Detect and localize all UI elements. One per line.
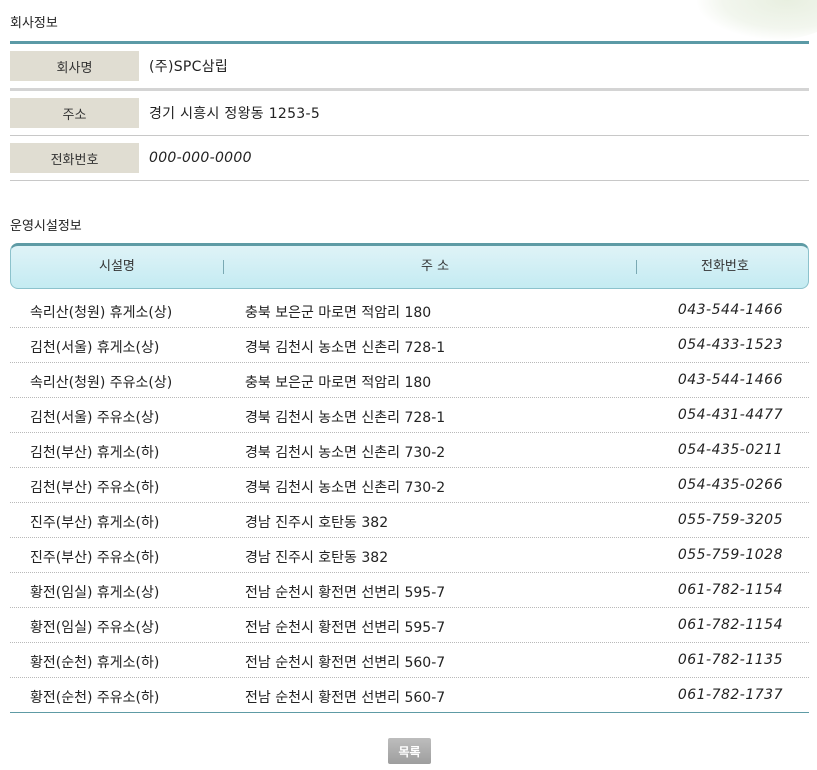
- facility-name: 김천(서울) 휴게소(상): [30, 340, 160, 356]
- company-name-row: 회사명 (주)SPC삼립: [10, 44, 809, 91]
- facility-name: 김천(서울) 주유소(상): [30, 410, 160, 426]
- facility-phone: 054-433-1523: [677, 337, 783, 353]
- table-row: 황전(순천) 주유소(하) 전남 순천시 황전면 선변리 560-7 061-782…: [10, 678, 809, 713]
- table-row: 황전(임실) 주유소(상) 전남 순천시 황전면 선변리 595-7 061-782…: [10, 608, 809, 643]
- facility-name: 속리산(청원) 주유소(상): [30, 375, 173, 391]
- company-name-value: (주)SPC삼립: [149, 59, 229, 75]
- company-address-row: 주소 경기 시흥시 정왕동 1253-5: [10, 91, 809, 136]
- facility-address: 경남 진주시 호탄동 382: [245, 515, 389, 531]
- facility-table-header: 시설명 주 소 전화번호: [10, 243, 809, 289]
- list-button[interactable]: 목록: [388, 738, 431, 764]
- facility-address: 경북 김천시 농소면 신촌리 730-2: [245, 480, 446, 496]
- header-address: 주 소: [421, 259, 450, 274]
- facility-name: 속리산(청원) 휴게소(상): [30, 305, 173, 321]
- table-row: 황전(임실) 휴게소(상) 전남 순천시 황전면 선변리 595-7 061-782…: [10, 573, 809, 608]
- facility-address: 전남 순천시 황전면 선변리 595-7: [245, 585, 446, 601]
- table-row: 진주(부산) 주유소(하) 경남 진주시 호탄동 382 055-759-1028: [10, 538, 809, 573]
- table-row: 김천(부산) 휴게소(하) 경북 김천시 농소면 신촌리 730-2 054-435…: [10, 433, 809, 468]
- facility-name: 김천(부산) 주유소(하): [30, 480, 160, 496]
- facility-address: 경북 김천시 농소면 신촌리 728-1: [245, 410, 446, 426]
- facility-phone: 055-759-1028: [677, 547, 783, 563]
- header-facility-name: 시설명: [99, 259, 135, 274]
- table-row: 김천(서울) 휴게소(상) 경북 김천시 농소면 신촌리 728-1 054-433…: [10, 328, 809, 363]
- facility-phone: 054-435-0266: [677, 477, 783, 493]
- facility-phone: 061-782-1737: [677, 687, 783, 703]
- header-phone: 전화번호: [701, 259, 749, 274]
- company-phone-value: 000-000-0000: [149, 150, 252, 166]
- facility-phone: 054-431-4477: [677, 407, 783, 423]
- table-row: 속리산(청원) 주유소(상) 충북 보은군 마로면 적암리 180 043-544-…: [10, 363, 809, 398]
- company-address-value: 경기 시흥시 정왕동 1253-5: [149, 106, 321, 122]
- decorative-leaf-graphic: [697, 0, 817, 40]
- company-phone-label: 전화번호: [10, 143, 139, 173]
- table-row: 김천(서울) 주유소(상) 경북 김천시 농소면 신촌리 728-1 054-431…: [10, 398, 809, 433]
- company-info-table: 회사명 (주)SPC삼립 주소 경기 시흥시 정왕동 1253-5 전화번호 0…: [10, 41, 809, 181]
- company-name-label: 회사명: [10, 51, 139, 81]
- facility-phone: 043-544-1466: [677, 302, 783, 318]
- table-row: 김천(부산) 주유소(하) 경북 김천시 농소면 신촌리 730-2 054-435…: [10, 468, 809, 503]
- facility-phone: 054-435-0211: [677, 442, 783, 458]
- facility-phone: 055-759-3205: [677, 512, 783, 528]
- facility-name: 진주(부산) 휴게소(하): [30, 515, 160, 531]
- facility-info-title: 운영시설정보: [10, 219, 82, 234]
- facility-name: 황전(순천) 주유소(하): [30, 690, 160, 706]
- facility-list: 속리산(청원) 휴게소(상) 충북 보은군 마로면 적암리 180 043-544-…: [10, 293, 809, 713]
- company-info-title: 회사정보: [10, 16, 58, 31]
- facility-phone: 061-782-1135: [677, 652, 783, 668]
- facility-name: 황전(임실) 주유소(상): [30, 620, 160, 636]
- facility-name: 황전(순천) 휴게소(하): [30, 655, 160, 671]
- facility-phone: 061-782-1154: [677, 617, 783, 633]
- facility-name: 김천(부산) 휴게소(하): [30, 445, 160, 461]
- company-phone-row: 전화번호 000-000-0000: [10, 136, 809, 181]
- table-row: 황전(순천) 휴게소(하) 전남 순천시 황전면 선변리 560-7 061-782…: [10, 643, 809, 678]
- facility-phone: 061-782-1154: [677, 582, 783, 598]
- facility-phone: 043-544-1466: [677, 372, 783, 388]
- header-separator: [636, 260, 637, 274]
- facility-address: 전남 순천시 황전면 선변리 560-7: [245, 655, 446, 671]
- facility-address: 전남 순천시 황전면 선변리 560-7: [245, 690, 446, 706]
- facility-address: 경북 김천시 농소면 신촌리 728-1: [245, 340, 446, 356]
- header-separator: [223, 260, 224, 274]
- facility-address: 충북 보은군 마로면 적암리 180: [245, 375, 432, 391]
- facility-address: 충북 보은군 마로면 적암리 180: [245, 305, 432, 321]
- facility-address: 전남 순천시 황전면 선변리 595-7: [245, 620, 446, 636]
- facility-address: 경남 진주시 호탄동 382: [245, 550, 389, 566]
- table-row: 진주(부산) 휴게소(하) 경남 진주시 호탄동 382 055-759-3205: [10, 503, 809, 538]
- facility-name: 진주(부산) 주유소(하): [30, 550, 160, 566]
- company-address-label: 주소: [10, 98, 139, 128]
- facility-name: 황전(임실) 휴게소(상): [30, 585, 160, 601]
- table-row: 속리산(청원) 휴게소(상) 충북 보은군 마로면 적암리 180 043-544-…: [10, 293, 809, 328]
- facility-address: 경북 김천시 농소면 신촌리 730-2: [245, 445, 446, 461]
